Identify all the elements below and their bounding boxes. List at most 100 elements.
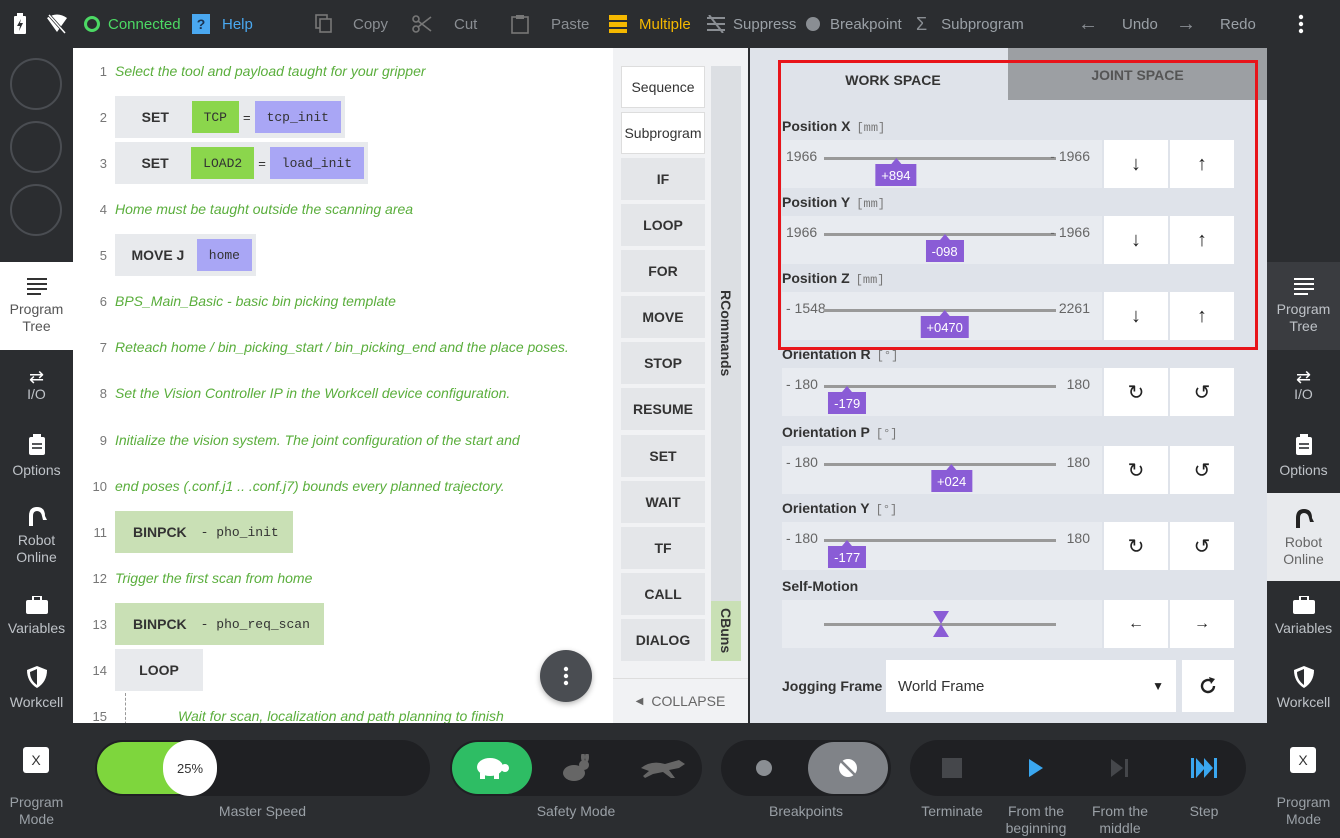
axis-slider[interactable]: - 180 180 +024	[782, 446, 1102, 494]
axis-increment-button[interactable]: ↺	[1170, 522, 1234, 570]
tab-joint-space[interactable]: JOINT SPACE	[1008, 48, 1267, 100]
nav-program-tree[interactable]: Program Tree	[0, 262, 73, 350]
nav-options[interactable]: Options	[1267, 426, 1340, 486]
command-block[interactable]: LOOP	[115, 649, 203, 691]
cmd-if[interactable]: IF	[621, 158, 705, 200]
terminate-button[interactable]	[932, 740, 972, 796]
axis-slider[interactable]: - 1548 2261 +0470	[782, 292, 1102, 340]
fab-more-button[interactable]	[540, 650, 592, 702]
program-line[interactable]: 3 SET LOAD2 = load_init	[73, 140, 613, 186]
program-line[interactable]: 2 SET TCP = tcp_init	[73, 94, 613, 140]
tab-cbuns[interactable]: CBuns	[711, 601, 741, 661]
program-line[interactable]: 15 Wait for scan, localization and path p…	[73, 693, 613, 723]
self-motion-left-button[interactable]: ←	[1104, 600, 1168, 648]
value-chip[interactable]: load_init	[269, 147, 364, 179]
axis-increment-button[interactable]: ↺	[1170, 368, 1234, 416]
program-line[interactable]: 14 LOOP	[73, 647, 613, 693]
master-speed-control[interactable]: 25%	[95, 740, 430, 796]
self-motion-right-button[interactable]: →	[1170, 600, 1234, 648]
program-line[interactable]: 11 BINPCK - pho_init	[73, 509, 613, 555]
program-mode-left[interactable]: X Program Mode	[0, 723, 73, 838]
nav-program-tree[interactable]: Program Tree	[1267, 262, 1340, 350]
command-block[interactable]: MOVE J home	[115, 234, 256, 276]
variable-chip[interactable]: TCP	[191, 101, 239, 133]
safety-rabbit-button[interactable]	[546, 740, 606, 796]
nav-options[interactable]: Options	[0, 426, 73, 486]
axis-decrement-button[interactable]: ↻	[1104, 368, 1168, 416]
binpick-block[interactable]: BINPCK - pho_init	[115, 511, 293, 553]
safety-cheetah-button[interactable]	[628, 740, 698, 796]
program-line[interactable]: 7 Reteach home / bin_picking_start / bin_…	[73, 324, 613, 370]
program-line[interactable]: 9 Initialize the vision system. The joint…	[73, 417, 613, 463]
cmd-set[interactable]: SET	[621, 435, 705, 477]
command-block[interactable]: SET LOAD2 = load_init	[115, 142, 368, 184]
slider-thumb[interactable]: +024	[930, 464, 973, 492]
axis-increment-button[interactable]: ↑	[1170, 292, 1234, 340]
from-beginning-button[interactable]	[1016, 740, 1056, 796]
program-line[interactable]: 13 BINPCK - pho_req_scan	[73, 601, 613, 647]
cmd-loop[interactable]: LOOP	[621, 204, 705, 246]
cut-button[interactable]: Cut	[412, 0, 477, 48]
more-menu-button[interactable]	[1298, 0, 1304, 48]
collapse-button[interactable]: ◀ COLLAPSE	[613, 678, 748, 723]
nav-robot-online[interactable]: Robot Online	[0, 496, 73, 574]
axis-increment-button[interactable]: ↑	[1170, 140, 1234, 188]
multiple-button[interactable]: Multiple	[609, 0, 691, 48]
axis-decrement-button[interactable]: ↓	[1104, 292, 1168, 340]
suppress-button[interactable]: Suppress	[707, 0, 796, 48]
program-mode-right[interactable]: X Program Mode	[1267, 723, 1340, 838]
paste-button[interactable]: Paste	[511, 0, 589, 48]
self-motion-slider[interactable]	[782, 600, 1102, 648]
cmd-subprogram[interactable]: Subprogram	[621, 112, 705, 154]
slider-thumb[interactable]: +894	[875, 158, 917, 186]
cmd-move[interactable]: MOVE	[621, 296, 705, 338]
copy-button[interactable]: Copy	[315, 0, 388, 48]
nav-io[interactable]: ⇄ I/O	[1267, 356, 1340, 416]
axis-slider[interactable]: - 180 180 -179	[782, 368, 1102, 416]
slider-thumb[interactable]: -177	[828, 540, 867, 568]
value-chip[interactable]: tcp_init	[254, 101, 341, 133]
nav-variables[interactable]: Variables	[1267, 586, 1340, 646]
safety-turtle-button[interactable]	[452, 742, 532, 794]
breakpoint-button[interactable]: Breakpoint	[806, 0, 902, 48]
program-line[interactable]: 1 Select the tool and payload taught for …	[73, 48, 613, 94]
axis-slider[interactable]: - 180 180 -177	[782, 522, 1102, 570]
breakpoint-on-button[interactable]	[741, 740, 787, 796]
axis-decrement-button[interactable]: ↻	[1104, 522, 1168, 570]
axis-increment-button[interactable]: ↑	[1170, 216, 1234, 264]
cmd-tf[interactable]: TF	[621, 527, 705, 569]
program-line[interactable]: 6 BPS_Main_Basic - basic bin picking temp…	[73, 278, 613, 324]
cmd-call[interactable]: CALL	[621, 573, 705, 615]
program-line[interactable]: 5 MOVE J home	[73, 232, 613, 278]
tab-work-space[interactable]: WORK SPACE	[778, 60, 1008, 100]
cmd-wait[interactable]: WAIT	[621, 481, 705, 523]
axis-slider[interactable]: 1966 - 1966 -098	[782, 216, 1102, 264]
nav-workcell[interactable]: Workcell	[0, 658, 73, 718]
variable-chip[interactable]: LOAD2	[191, 147, 255, 179]
binpick-block[interactable]: BINPCK - pho_req_scan	[115, 603, 324, 645]
axis-decrement-button[interactable]: ↓	[1104, 216, 1168, 264]
cmd-dialog[interactable]: DIALOG	[621, 619, 705, 661]
value-chip[interactable]: home	[196, 239, 252, 271]
subprogram-button[interactable]: Σ Subprogram	[916, 0, 1024, 48]
program-line[interactable]: 10 end poses (.conf.j1 .. .conf.j7) bound…	[73, 463, 613, 509]
nav-robot-online[interactable]: Robot Online	[1267, 493, 1340, 581]
cmd-for[interactable]: FOR	[621, 250, 705, 292]
axis-increment-button[interactable]: ↺	[1170, 446, 1234, 494]
step-button[interactable]	[1184, 740, 1224, 796]
slider-thumb[interactable]: -098	[925, 234, 964, 262]
breakpoint-off-button[interactable]	[808, 742, 888, 794]
redo-button[interactable]: → Redo	[1176, 0, 1256, 48]
speed-knob[interactable]: 25%	[163, 740, 217, 796]
program-line[interactable]: 8 Set the Vision Controller IP in the Wor…	[73, 370, 613, 416]
cmd-sequence[interactable]: Sequence	[621, 66, 705, 108]
command-block[interactable]: SET TCP = tcp_init	[115, 96, 345, 138]
nav-io[interactable]: ⇄ I/O	[0, 356, 73, 416]
refresh-button[interactable]	[1182, 660, 1234, 712]
cmd-resume[interactable]: RESUME	[621, 388, 705, 430]
from-middle-button[interactable]	[1100, 740, 1140, 796]
axis-decrement-button[interactable]: ↓	[1104, 140, 1168, 188]
nav-variables[interactable]: Variables	[0, 586, 73, 646]
slider-thumb[interactable]: -179	[828, 386, 867, 414]
program-line[interactable]: 12 Trigger the first scan from home	[73, 555, 613, 601]
